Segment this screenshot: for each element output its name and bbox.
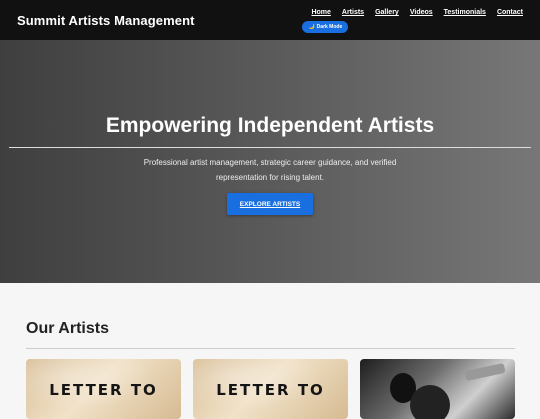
dark-mode-label: Dark Mode: [316, 24, 343, 30]
dark-mode-toggle[interactable]: 🌙 Dark Mode: [302, 21, 349, 33]
navbar: Summit Artists Management Home Artists G…: [0, 0, 540, 40]
microphone-icon: [464, 362, 506, 382]
artist-photo-figure: [410, 385, 450, 419]
album-cover-text: LETTER TO: [216, 381, 325, 399]
nav-link-testimonials[interactable]: Testimonials: [444, 9, 486, 16]
hero-title: Empowering Independent Artists: [105, 114, 435, 137]
nav-link-artists[interactable]: Artists: [342, 9, 364, 16]
nav-right: Home Artists Gallery Videos Testimonials…: [302, 9, 523, 33]
site-brand[interactable]: Summit Artists Management: [17, 13, 195, 28]
explore-artists-button[interactable]: EXPLORE ARTISTS: [227, 193, 313, 215]
hero-divider: [9, 147, 531, 148]
artist-card[interactable]: LETTER TO: [26, 359, 181, 419]
artist-card[interactable]: LETTER TO: [193, 359, 348, 419]
hero-subtitle: Professional artist management, strategi…: [143, 158, 397, 182]
moon-icon: 🌙: [308, 24, 315, 30]
nav-link-gallery[interactable]: Gallery: [375, 9, 399, 16]
artists-section: Our Artists LETTER TO LETTER TO: [0, 283, 540, 419]
section-divider: [26, 348, 515, 349]
section-title: Our Artists: [26, 320, 109, 337]
artist-card[interactable]: [360, 359, 515, 419]
nav-link-home[interactable]: Home: [311, 9, 330, 16]
nav-link-contact[interactable]: Contact: [497, 9, 523, 16]
nav-link-videos[interactable]: Videos: [410, 9, 433, 16]
album-cover-text: LETTER TO: [49, 381, 158, 399]
nav-links: Home Artists Gallery Videos Testimonials…: [311, 9, 523, 16]
hero-section: Empowering Independent Artists Professio…: [0, 40, 540, 283]
